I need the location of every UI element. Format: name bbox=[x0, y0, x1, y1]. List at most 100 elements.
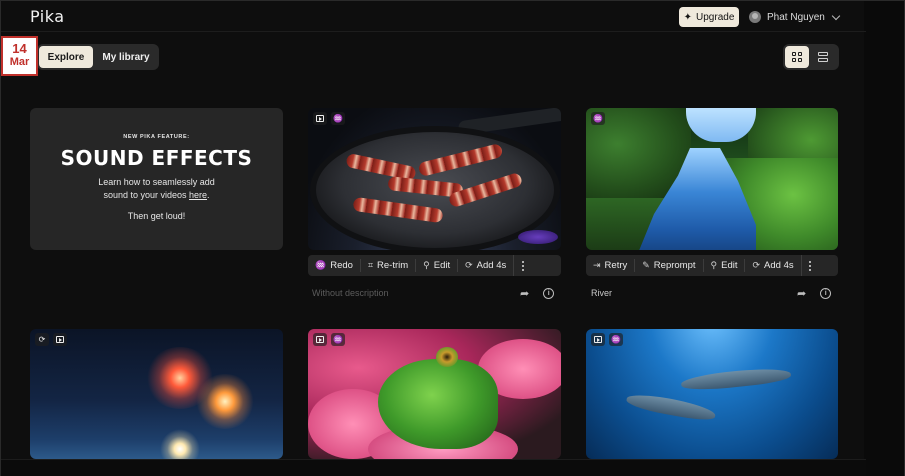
share-icon[interactable]: ➦ bbox=[797, 287, 806, 300]
edit-label: Edit bbox=[433, 260, 451, 271]
crop-icon: ⌗ bbox=[367, 260, 374, 270]
magic-wand-icon: ⚲ bbox=[423, 260, 430, 270]
user-name: Phat Nguyen bbox=[767, 11, 825, 23]
share-icon[interactable]: ➦ bbox=[520, 287, 529, 300]
play-icon bbox=[316, 336, 324, 343]
promo-kicker: NEW PIKA FEATURE: bbox=[123, 134, 190, 140]
sound-badge: ♒ bbox=[591, 112, 605, 125]
reprompt-label: Reprompt bbox=[653, 260, 696, 271]
more-vertical-icon[interactable] bbox=[513, 255, 531, 276]
date-badge: 14 Mar bbox=[1, 36, 38, 76]
bottom-bar bbox=[1, 459, 866, 476]
waveform-icon: ♒ bbox=[611, 334, 621, 344]
sound-badge: ♒ bbox=[331, 112, 345, 125]
waveform-icon: ♒ bbox=[333, 113, 343, 123]
video-badge bbox=[591, 333, 605, 346]
sound-effects-promo-card[interactable]: NEW PIKA FEATURE: SOUND EFFECTS Learn ho… bbox=[30, 108, 283, 250]
add-4s-label: Add 4s bbox=[764, 260, 794, 271]
retry-label: Retry bbox=[604, 260, 628, 271]
firework-burst bbox=[160, 429, 200, 459]
waveform-icon: ♒ bbox=[315, 260, 327, 270]
library-tabs: Explore My library bbox=[37, 44, 159, 70]
avatar bbox=[749, 11, 761, 23]
promo-body-line1: Learn how to seamlessly add bbox=[98, 177, 215, 187]
burner-glow bbox=[518, 230, 558, 244]
retry-icon: ⇥ bbox=[593, 260, 601, 270]
waveform-icon: ♒ bbox=[593, 113, 603, 123]
extend-icon: ⟳ bbox=[465, 260, 473, 270]
video-badge bbox=[313, 333, 327, 346]
thumbnail-badges: ⟳ bbox=[35, 333, 67, 346]
promo-body: Learn how to seamlessly add sound to you… bbox=[30, 176, 283, 202]
play-icon bbox=[316, 115, 324, 122]
list-icon bbox=[818, 52, 828, 62]
promo-body-text: sound to your videos bbox=[103, 190, 190, 200]
date-month: Mar bbox=[9, 56, 30, 68]
more-vertical-icon[interactable] bbox=[800, 255, 819, 276]
tab-my-library[interactable]: My library bbox=[95, 46, 157, 68]
video-actions-bar: ⇥ Retry ✎ Reprompt ⚲ Edit ⟳ Add 4s bbox=[586, 255, 838, 276]
pencil-icon: ✎ bbox=[642, 260, 650, 270]
frog bbox=[378, 359, 498, 449]
frog-eye bbox=[436, 347, 458, 367]
promo-body-line2: sound to your videos here. bbox=[30, 189, 283, 202]
sound-badge: ♒ bbox=[331, 333, 345, 346]
video-badge bbox=[313, 112, 327, 125]
thumbnail-badges: ♒ bbox=[313, 112, 345, 125]
grid-icon bbox=[792, 52, 802, 62]
date-day: 14 bbox=[12, 41, 27, 56]
edit-button[interactable]: ⚲ Edit bbox=[704, 255, 745, 276]
retry-button[interactable]: ⇥ Retry bbox=[586, 255, 634, 276]
extend-icon: ⟳ bbox=[752, 260, 761, 270]
retrim-label: Re-trim bbox=[377, 260, 409, 271]
header-divider bbox=[1, 31, 866, 32]
video-caption: Without description bbox=[312, 288, 389, 298]
right-gutter bbox=[864, 1, 904, 476]
promo-here-link[interactable]: here bbox=[189, 190, 207, 200]
redo-label: Redo bbox=[330, 260, 353, 271]
video-thumbnail-fireworks[interactable]: ⟳ bbox=[30, 329, 283, 459]
app-window: Pika ✦ Upgrade Phat Nguyen Explore My li… bbox=[0, 0, 905, 476]
add-4s-label: Add 4s bbox=[476, 260, 507, 271]
thumbnail-badges: ♒ bbox=[591, 112, 605, 125]
dolphin bbox=[680, 365, 792, 393]
reprompt-button[interactable]: ✎ Reprompt bbox=[635, 255, 702, 276]
add-4s-button[interactable]: ⟳ Add 4s bbox=[745, 255, 800, 276]
sparkle-icon: ✦ bbox=[683, 11, 693, 23]
video-thumbnail-dolphins[interactable]: ♒ bbox=[586, 329, 838, 459]
video-thumbnail-frog[interactable]: ♒ bbox=[308, 329, 561, 459]
extend-badge: ⟳ bbox=[35, 333, 49, 346]
grid-view-button[interactable] bbox=[785, 46, 809, 68]
video-thumbnail-river[interactable]: ♒ bbox=[586, 108, 838, 250]
thumbnail-badges: ♒ bbox=[591, 333, 623, 346]
view-toggle bbox=[783, 44, 839, 70]
redo-button[interactable]: ♒ Redo bbox=[308, 255, 360, 276]
retrim-button[interactable]: ⌗ Re-trim bbox=[361, 255, 415, 276]
video-meta-actions: ➦ i bbox=[520, 287, 555, 300]
video-caption: River bbox=[591, 288, 613, 298]
pika-logo[interactable]: Pika bbox=[30, 7, 65, 26]
edit-label: Edit bbox=[721, 260, 738, 271]
video-thumbnail-bacon[interactable]: ♒ bbox=[308, 108, 561, 250]
add-4s-button[interactable]: ⟳ Add 4s bbox=[458, 255, 513, 276]
edit-button[interactable]: ⚲ Edit bbox=[416, 255, 457, 276]
chevron-down-icon bbox=[831, 11, 841, 20]
tab-explore[interactable]: Explore bbox=[39, 46, 93, 68]
waveform-icon: ♒ bbox=[333, 334, 343, 344]
upgrade-button[interactable]: ✦ Upgrade bbox=[679, 7, 739, 27]
firework-burst bbox=[195, 374, 255, 429]
promo-headline: SOUND EFFECTS bbox=[60, 146, 253, 170]
extend-icon: ⟳ bbox=[38, 334, 46, 344]
info-icon[interactable]: i bbox=[543, 288, 555, 299]
video-meta-actions: ➦ i bbox=[797, 287, 832, 300]
play-icon bbox=[594, 336, 602, 343]
info-icon[interactable]: i bbox=[820, 288, 832, 299]
user-menu[interactable]: Phat Nguyen bbox=[749, 7, 841, 27]
video-actions-bar: ♒ Redo ⌗ Re-trim ⚲ Edit ⟳ Add 4s bbox=[308, 255, 561, 276]
magic-wand-icon: ⚲ bbox=[710, 260, 718, 270]
promo-cta: Then get loud! bbox=[127, 211, 186, 221]
dolphin bbox=[625, 391, 717, 423]
list-view-button[interactable] bbox=[811, 46, 835, 68]
sky bbox=[686, 108, 756, 142]
play-icon bbox=[56, 336, 64, 343]
